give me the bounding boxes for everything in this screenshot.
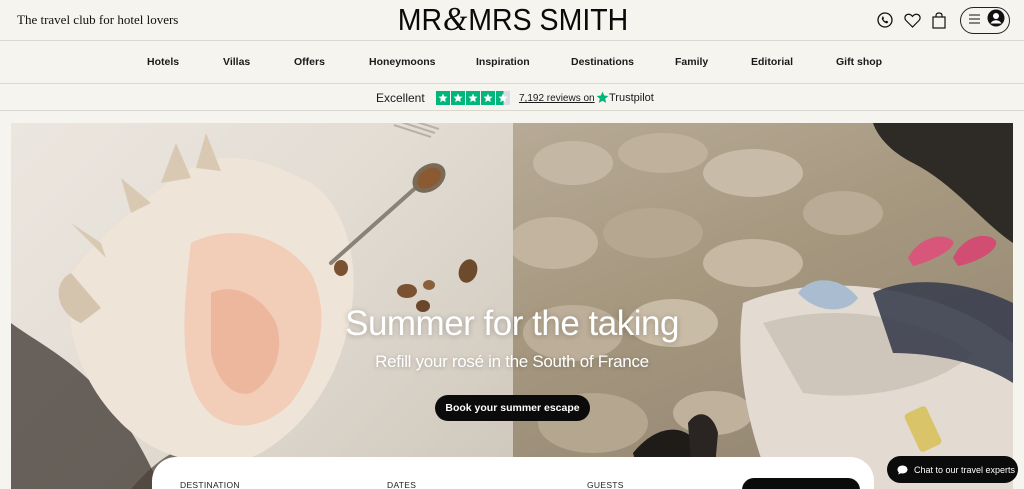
nav-item-inspiration[interactable]: Inspiration — [476, 56, 530, 68]
nav-item-honeymoons[interactable]: Honeymoons — [369, 56, 436, 68]
heart-icon[interactable] — [899, 7, 925, 33]
menu-icon — [969, 11, 980, 29]
trustpilot-logo[interactable]: Trustpilot — [596, 91, 654, 104]
logo-ampersand: & — [442, 1, 468, 38]
bag-icon[interactable] — [926, 7, 952, 33]
trustpilot-stars — [436, 91, 511, 105]
logo-mrs-smith: MRS SMITH — [468, 2, 629, 37]
trustpilot-rating-text: Excellent — [376, 91, 425, 105]
chat-bubble-icon — [897, 465, 908, 474]
hero-title: Summer for the taking — [345, 304, 679, 343]
trustpilot-brand: Trustpilot — [609, 91, 654, 104]
nav-item-gift-shop[interactable]: Gift shop — [836, 56, 882, 68]
account-menu-button[interactable] — [960, 6, 1010, 34]
half-star-icon — [496, 91, 510, 105]
top-header: The travel club for hotel lovers MR & MR… — [0, 0, 1024, 41]
dates-field[interactable]: DATES — [387, 480, 416, 489]
nav-item-hotels[interactable]: Hotels — [147, 56, 179, 68]
hero-banner: Summer for the taking Refill your rosé i… — [11, 123, 1013, 489]
search-panel: DESTINATION DATES GUESTS — [152, 457, 874, 489]
nav-item-editorial[interactable]: Editorial — [751, 56, 793, 68]
destination-field[interactable]: DESTINATION — [180, 480, 240, 489]
logo-mr: MR — [397, 2, 443, 37]
trustpilot-bar: Excellent 7,192 reviews on Trustpilot — [0, 85, 1024, 111]
account-icon — [987, 9, 1005, 32]
nav-item-destinations[interactable]: Destinations — [571, 56, 634, 68]
star-icon — [466, 91, 480, 105]
main-nav: Hotels Villas Offers Honeymoons Inspirat… — [0, 42, 1024, 84]
hero-subtitle: Refill your rosé in the South of France — [375, 352, 649, 371]
trustpilot-reviews-link[interactable]: 7,192 reviews on — [519, 93, 595, 104]
nav-item-offers[interactable]: Offers — [294, 56, 325, 68]
star-icon — [451, 91, 465, 105]
guests-field[interactable]: GUESTS — [587, 480, 624, 489]
trustpilot-star-icon — [596, 91, 609, 103]
search-button[interactable] — [742, 478, 860, 489]
logo[interactable]: MR & MRS SMITH — [385, 1, 641, 38]
phone-icon[interactable] — [872, 7, 898, 33]
header-actions — [871, 6, 1010, 34]
nav-item-family[interactable]: Family — [675, 56, 708, 68]
book-summer-escape-button[interactable]: Book your summer escape — [435, 395, 590, 421]
nav-item-villas[interactable]: Villas — [223, 56, 250, 68]
tagline: The travel club for hotel lovers — [17, 12, 179, 27]
star-icon — [436, 91, 450, 105]
chat-button[interactable]: Chat to our travel experts — [887, 456, 1018, 483]
chat-label: Chat to our travel experts — [914, 464, 1016, 475]
star-icon — [481, 91, 495, 105]
